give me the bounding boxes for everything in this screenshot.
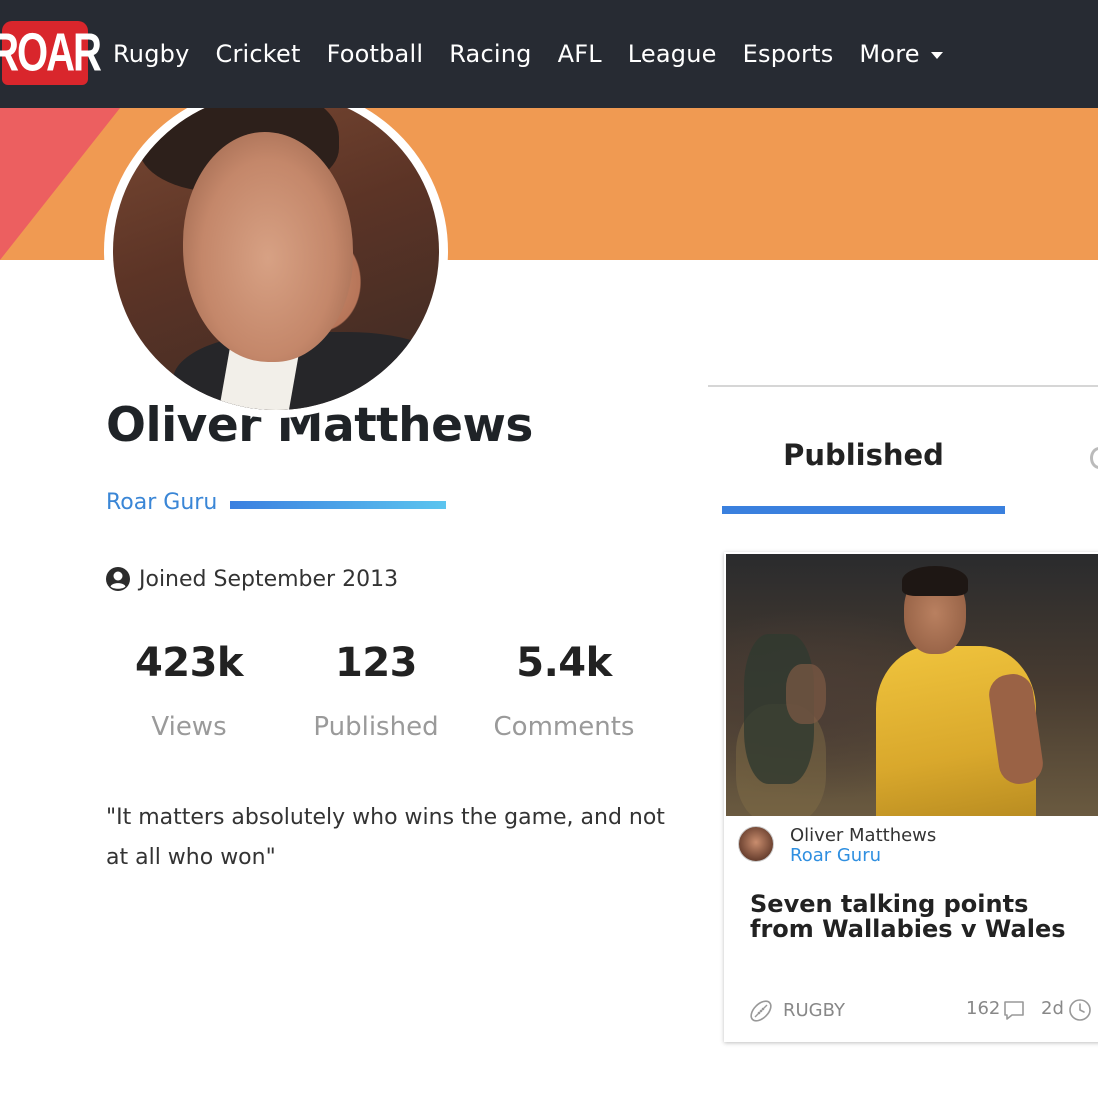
avatar-photo — [113, 92, 439, 410]
profile-stats: 423k Views 123 Published 5.4k Comments — [94, 640, 654, 770]
role-gradient-bar — [230, 500, 447, 509]
active-tab-indicator — [722, 506, 1005, 514]
nav-more-dropdown[interactable]: More — [859, 40, 943, 68]
nav-link-esports[interactable]: Esports — [743, 40, 834, 68]
roar-logo[interactable]: ROAR — [0, 21, 102, 85]
nav-more-label: More — [859, 40, 920, 68]
tabs-divider — [708, 385, 1098, 387]
nav-link-league[interactable]: League — [628, 40, 717, 68]
article-image[interactable] — [726, 554, 1098, 816]
stat-value: 123 — [335, 640, 418, 686]
stat-published: 123 Published — [281, 640, 471, 742]
stat-value: 5.4k — [516, 640, 612, 686]
article-age: 2d — [1041, 998, 1064, 1019]
nav-link-racing[interactable]: Racing — [449, 40, 531, 68]
joined-row: Joined September 2013 — [105, 566, 398, 592]
card-author[interactable]: Oliver Matthews Roar Guru — [738, 826, 936, 866]
logo-text: ROAR — [0, 22, 102, 83]
profile-role: Roar Guru — [106, 490, 218, 515]
caret-down-icon — [930, 51, 943, 59]
stat-views: 423k Views — [94, 640, 284, 742]
card-author-role: Roar Guru — [790, 845, 882, 866]
nav-link-rugby[interactable]: Rugby — [113, 40, 189, 68]
author-avatar[interactable] — [738, 826, 774, 862]
stat-comments: 5.4k Comments — [469, 640, 659, 742]
comment-icon — [1004, 1001, 1024, 1020]
next-tab-partial[interactable] — [1090, 447, 1098, 469]
stat-label: Published — [313, 712, 439, 742]
nav-links: Rugby Cricket Football Racing AFL League… — [113, 0, 969, 108]
article-card[interactable]: Oliver Matthews Roar Guru Seven talking … — [724, 552, 1098, 1042]
stat-label: Comments — [493, 712, 635, 742]
image-player-hair — [902, 566, 968, 596]
article-category[interactable]: RUGBY — [783, 1000, 845, 1021]
article-title[interactable]: Seven talking points from Wallabies v Wa… — [750, 892, 1080, 942]
tab-published[interactable]: Published — [722, 438, 1005, 472]
user-circle-icon — [106, 567, 130, 591]
nav-link-football[interactable]: Football — [327, 40, 424, 68]
profile-quote: "It matters absolutely who wins the game… — [106, 805, 665, 870]
top-navigation: ROAR Rugby Cricket Football Racing AFL L… — [0, 0, 1098, 108]
profile-role-row: Roar Guru — [106, 490, 447, 515]
banner-red-triangle — [0, 108, 120, 260]
stat-value: 423k — [134, 640, 244, 686]
card-author-name[interactable]: Oliver Matthews — [790, 826, 936, 846]
image-background-player-head — [786, 664, 826, 724]
joined-date: Joined September 2013 — [139, 566, 399, 592]
stat-label: Views — [151, 712, 227, 742]
clock-icon — [1069, 999, 1091, 1021]
profile-avatar — [104, 84, 448, 418]
card-footer: RUGBY 162 2d — [748, 996, 1098, 1026]
rugby-ball-icon — [750, 1000, 772, 1022]
card-author-text: Oliver Matthews Roar Guru — [790, 826, 936, 866]
comment-count: 162 — [966, 998, 1001, 1019]
nav-link-afl[interactable]: AFL — [558, 40, 602, 68]
nav-link-cricket[interactable]: Cricket — [215, 40, 300, 68]
